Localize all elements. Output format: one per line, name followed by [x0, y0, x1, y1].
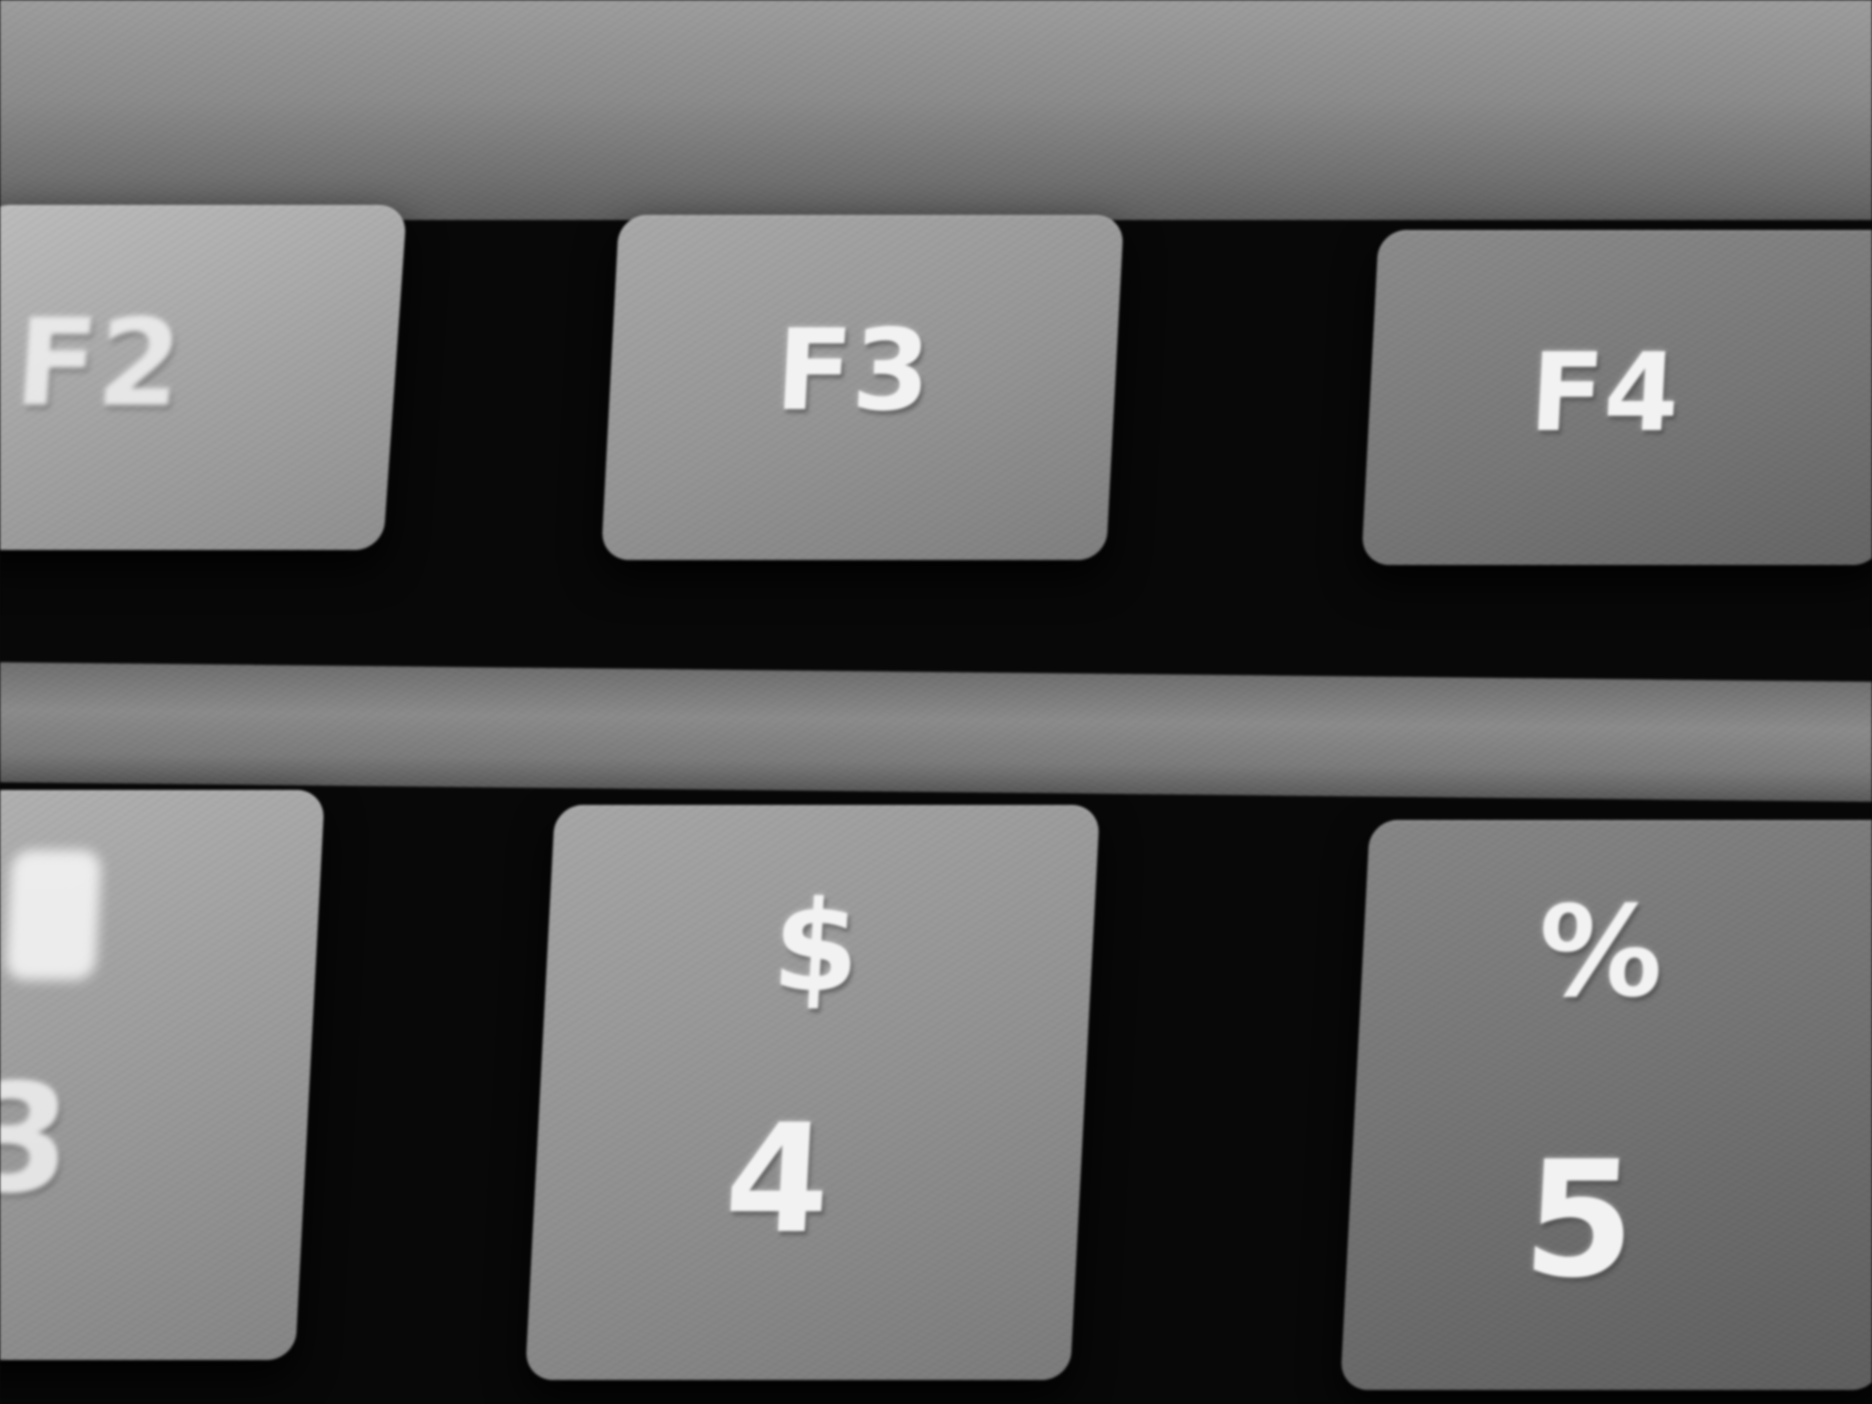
key-4-shift-label: $	[768, 875, 864, 1020]
key-4: $ 4	[524, 805, 1101, 1380]
key-f2-label: F2	[11, 295, 187, 434]
key-5-shift-label: %	[1534, 880, 1668, 1025]
keyboard-photo: F2 F3 F4 3 $ 4 % 5	[0, 0, 1872, 1404]
key-f4-label: F4	[1526, 331, 1683, 456]
keyboard-frame-top	[0, 0, 1872, 220]
key-f3: F3	[600, 215, 1125, 560]
key-f2: F2	[0, 205, 408, 550]
key-f3-label: F3	[772, 306, 934, 436]
key-5: % 5	[1340, 820, 1872, 1390]
key-3-shift-glare	[4, 850, 102, 980]
keyboard-frame-divider	[0, 661, 1872, 803]
key-f4: F4	[1361, 230, 1872, 565]
key-4-main-label: 4	[720, 1093, 835, 1267]
key-3-main-label: 3	[0, 1053, 76, 1227]
key-5-main-label: 5	[1519, 1126, 1641, 1313]
key-3: 3	[0, 790, 325, 1360]
